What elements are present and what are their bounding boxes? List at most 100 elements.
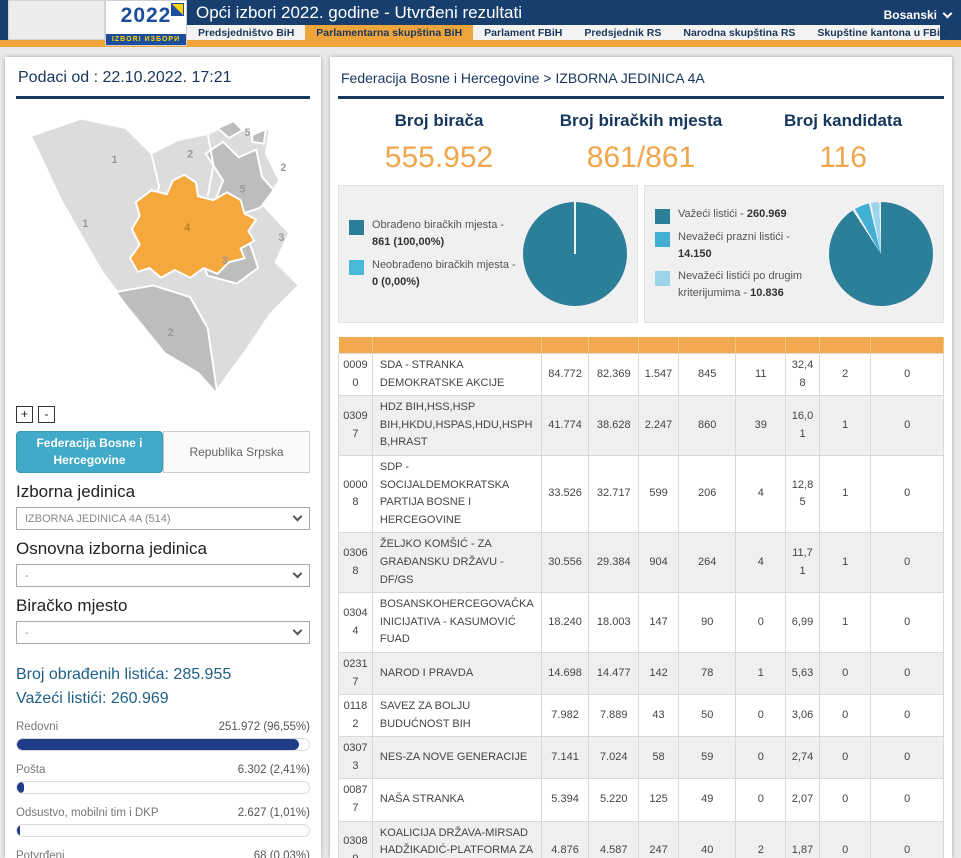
entity-tabs: Federacija Bosne i Hercegovine Republika… <box>16 431 310 473</box>
confirmed-votes-cell: 0 <box>736 695 786 737</box>
nav-tab-label: Parlamentarna skupština BiH <box>316 27 462 39</box>
party-row: 00090 SDA - STRANKA DEMOKRATSKE AKCIJE 8… <box>339 354 944 396</box>
map-zoom-in-button[interactable]: + <box>16 406 33 423</box>
compensatory-mandate-cell: 0 <box>871 652 944 694</box>
polling-stations-chart-box: Obrađeno biračkih mjesta - 861 (100,00%)… <box>338 185 638 323</box>
percent-cell: 32,48 <box>786 354 820 396</box>
entity-tab[interactable]: Republika Srpska <box>163 431 310 473</box>
column-header[interactable] <box>372 337 541 354</box>
legend-label: Neobrađeno biračkih mjesta - <box>372 259 516 271</box>
data-timestamp: Podaci od : 22.10.2022. 17:21 <box>16 57 310 99</box>
legend-item: Neobrađeno biračkih mjesta - 0 (0,00%) <box>349 257 519 291</box>
party-code-cell: 00877 <box>339 779 373 821</box>
filter-label: Biračko mjesto <box>16 596 310 616</box>
language-selector[interactable]: Bosanski <box>884 8 951 22</box>
stat-value: 861/861 <box>540 141 742 175</box>
nav-tab[interactable]: Predsjedništvo BiH <box>187 25 305 40</box>
absentee-votes-cell: 90 <box>678 593 735 653</box>
total-votes-cell: 18.240 <box>541 593 589 653</box>
regular-votes-cell: 18.003 <box>589 593 639 653</box>
map-container: 1 2 5 5 2 1 4 3 3 2 + - <box>16 99 310 423</box>
legend-value: 0 (0,00%) <box>372 276 420 288</box>
regular-mandate-cell: 1 <box>819 396 870 456</box>
ballot-bar: Potvrđeni 68 (0,03%) <box>16 850 310 858</box>
nav-tab[interactable]: Parlament FBiH <box>473 25 573 40</box>
compensatory-mandate-cell: 0 <box>871 737 944 779</box>
percent-cell: 11,71 <box>786 533 820 593</box>
column-header[interactable] <box>786 337 820 354</box>
filter-group: Izborna jedinica IZBORNA JEDINICA 4A (51… <box>16 482 310 530</box>
filter-select[interactable]: - <box>16 564 310 587</box>
stat-card: Broj birača 555.952 <box>338 111 540 175</box>
compensatory-mandate-cell: 0 <box>871 593 944 653</box>
results-table: 00090 SDA - STRANKA DEMOKRATSKE AKCIJE 8… <box>338 337 944 858</box>
column-header[interactable] <box>871 337 944 354</box>
nav-tab[interactable]: Narodna skupština RS <box>672 25 806 40</box>
breadcrumb[interactable]: Federacija Bosne i Hercegovine > IZBORNA… <box>338 57 944 99</box>
regular-mandate-cell: 0 <box>819 821 870 858</box>
percent-cell: 2,07 <box>786 779 820 821</box>
election-logo: 2022 IZBORI ИЗБОРИ <box>105 0 187 46</box>
legend-value: 10.836 <box>750 287 784 299</box>
entity-tab[interactable]: Federacija Bosne i Hercegovine <box>16 431 163 473</box>
party-name-cell: HDZ BIH,HSS,HSP BIH,HKDU,HSPAS,HDU,HSPHB… <box>372 396 541 456</box>
column-header[interactable] <box>736 337 786 354</box>
column-header[interactable] <box>819 337 870 354</box>
ballot-bar-track <box>16 738 310 751</box>
legend-swatch <box>655 232 670 247</box>
entity-tab-label: Republika Srpska <box>189 444 283 461</box>
column-header[interactable] <box>541 337 589 354</box>
ballot-bar-fill <box>17 825 20 836</box>
filters: Izborna jedinica IZBORNA JEDINICA 4A (51… <box>16 482 310 644</box>
column-header[interactable] <box>639 337 679 354</box>
chevron-down-icon <box>943 8 953 18</box>
nav-tab[interactable]: Skupštine kantona u FBiH <box>806 25 958 40</box>
legend-value: 14.150 <box>678 248 712 260</box>
main-nav: Predsjedništvo BiH Parlamentarna skupšti… <box>187 25 940 40</box>
compensatory-mandate-cell: 0 <box>871 455 944 532</box>
stat-value: 116 <box>742 141 944 175</box>
regular-mandate-cell: 1 <box>819 455 870 532</box>
nav-tab[interactable]: Parlamentarna skupština BiH <box>305 25 473 40</box>
ballot-bar: Odsustvo, mobilni tim i DKP 2.627 (1,01%… <box>16 807 310 837</box>
ballot-summary: Broj obrađenih listića: 285.955 Važeći l… <box>16 666 310 708</box>
filter-select[interactable]: IZBORNA JEDINICA 4A (514) <box>16 507 310 530</box>
valid-ballots-total: Važeći listići: 260.969 <box>16 690 310 708</box>
stat-card: Broj kandidata 116 <box>742 111 944 175</box>
column-header[interactable] <box>589 337 639 354</box>
map-zoom-out-button[interactable]: - <box>38 406 55 423</box>
party-code-cell: 01182 <box>339 695 373 737</box>
filter-select[interactable]: - <box>16 621 310 644</box>
confirmed-votes-cell: 39 <box>736 396 786 456</box>
mail-votes-cell: 147 <box>639 593 679 653</box>
party-name-cell: KOALICIJA DRŽAVA-MIRSAD HADŽIKADIĆ-PLATF… <box>372 821 541 858</box>
stat-label: Broj birača <box>338 111 540 131</box>
nav-tab[interactable]: Predsjednik RS <box>573 25 672 40</box>
absentee-votes-cell: 40 <box>678 821 735 858</box>
party-code-cell: 00008 <box>339 455 373 532</box>
stat-card: Broj biračkih mjesta 861/861 <box>540 111 742 175</box>
total-votes-cell: 5.394 <box>541 779 589 821</box>
column-header[interactable] <box>678 337 735 354</box>
percent-cell: 1,87 <box>786 821 820 858</box>
mail-votes-cell: 142 <box>639 652 679 694</box>
percent-cell: 2,74 <box>786 737 820 779</box>
confirmed-votes-cell: 2 <box>736 821 786 858</box>
total-votes-cell: 41.774 <box>541 396 589 456</box>
map-unit-label: 5 <box>244 127 250 139</box>
header-spacer <box>8 0 105 40</box>
ballot-bar-label: Redovni <box>16 721 58 733</box>
ballot-bar-value: 68 (0,03%) <box>254 850 310 858</box>
ballot-bar: Pošta 6.302 (2,41%) <box>16 764 310 794</box>
ballots-legend: Važeći listići - 260.969 Nevažeći prazni… <box>655 201 825 307</box>
absentee-votes-cell: 845 <box>678 354 735 396</box>
column-header[interactable] <box>339 337 373 354</box>
regular-votes-cell: 38.628 <box>589 396 639 456</box>
map-unit-label: 5 <box>240 183 246 195</box>
charts-row: Obrađeno biračkih mjesta - 861 (100,00%)… <box>338 185 944 323</box>
ballot-bar-track <box>16 824 310 837</box>
stat-label: Broj biračkih mjesta <box>540 111 742 131</box>
bih-electoral-map[interactable]: 1 2 5 5 2 1 4 3 3 2 <box>16 103 310 399</box>
party-row: 02317 NAROD I PRAVDA 14.698 14.477 142 7… <box>339 652 944 694</box>
confirmed-votes-cell: 0 <box>736 737 786 779</box>
